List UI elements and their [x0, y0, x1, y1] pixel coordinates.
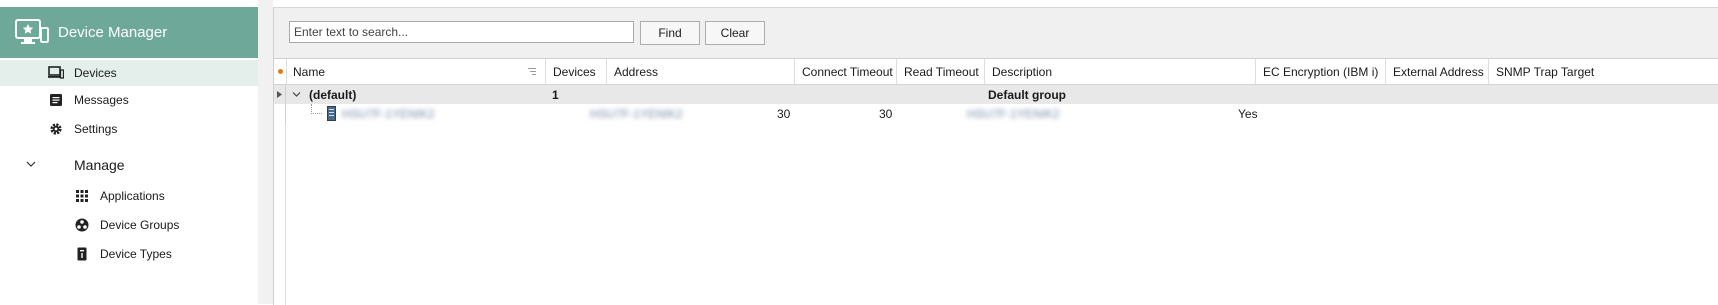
grid-dots-icon [74, 188, 90, 204]
row-pointer-icon [277, 91, 282, 98]
device-types-icon [74, 246, 90, 262]
device-description: HSU7F-1YENIK2 [967, 106, 1060, 121]
server-icon [327, 106, 336, 121]
device-read-timeout: 30 [879, 106, 893, 121]
search-toolbar: Find Clear [274, 8, 1718, 59]
main-panel: Find Clear Name Devices Address Connect … [273, 7, 1718, 305]
column-header-name[interactable]: Name [286, 59, 546, 84]
column-header-description[interactable]: Description [985, 59, 1256, 84]
device-name: HSU7F-1YENIK2 [342, 106, 435, 121]
sidebar-item-label: Applications [100, 189, 165, 203]
messages-icon [48, 92, 64, 108]
row-header-gutter [274, 123, 286, 305]
monitor-star-icon [15, 18, 49, 44]
column-header-address[interactable]: Address [607, 59, 795, 84]
sidebar-item-label: Messages [74, 93, 129, 107]
device-connect-timeout: 30 [777, 106, 791, 121]
group-name: (default) [309, 87, 357, 102]
manage-section-toggle[interactable]: Manage [0, 152, 258, 178]
column-header-ec-encryption[interactable]: EC Encryption (IBM i) [1256, 59, 1386, 84]
app-title: Device Manager [58, 24, 168, 41]
panel-divider [258, 0, 273, 304]
clear-button[interactable]: Clear [705, 21, 765, 45]
device-groups-icon [74, 217, 90, 233]
sort-icon [528, 68, 536, 75]
devices-icon [48, 65, 64, 81]
row-selector[interactable] [274, 85, 286, 104]
column-header-devices[interactable]: Devices [546, 59, 607, 84]
app-header: Device Manager [0, 7, 258, 58]
row-selector[interactable] [274, 104, 286, 123]
group-device-count: 1 [552, 87, 559, 102]
sidebar: Device Manager Devices Messages Settings… [0, 0, 258, 304]
chevron-down-icon [26, 161, 36, 167]
find-button[interactable]: Find [640, 21, 700, 45]
sidebar-item-label: Settings [74, 122, 118, 136]
sidebar-item-label: Device Groups [100, 218, 180, 232]
search-input[interactable] [289, 21, 634, 43]
sidebar-item-device-types[interactable]: Device Types [0, 241, 258, 267]
manage-label: Manage [74, 157, 125, 173]
sidebar-item-label: Device Types [100, 247, 172, 261]
table-row[interactable]: (default) 1 Default group [274, 85, 1718, 104]
column-header-connect-timeout[interactable]: Connect Timeout [795, 59, 897, 84]
device-address: HSU7F-1YENIK2 [590, 106, 683, 121]
sidebar-item-devices[interactable]: Devices [0, 60, 258, 86]
column-header-external-address[interactable]: External Address [1386, 59, 1489, 84]
group-description: Default group [988, 87, 1066, 102]
column-header-snmp-trap-target[interactable]: SNMP Trap Target [1489, 59, 1718, 84]
sidebar-item-settings[interactable]: Settings [0, 116, 258, 142]
new-row-icon [277, 69, 283, 74]
chevron-down-icon[interactable] [292, 91, 301, 98]
sidebar-item-device-groups[interactable]: Device Groups [0, 212, 258, 238]
device-ec-encryption: Yes [1238, 106, 1258, 121]
column-header-read-timeout[interactable]: Read Timeout [897, 59, 985, 84]
table-row[interactable]: HSU7F-1YENIK2 HSU7F-1YENIK2 30 30 HSU7F-… [274, 104, 1718, 123]
sidebar-item-applications[interactable]: Applications [0, 183, 258, 209]
table-header: Name Devices Address Connect Timeout Rea… [274, 59, 1718, 85]
sidebar-item-messages[interactable]: Messages [0, 87, 258, 113]
gear-icon [48, 121, 64, 137]
sidebar-item-label: Devices [74, 66, 117, 80]
